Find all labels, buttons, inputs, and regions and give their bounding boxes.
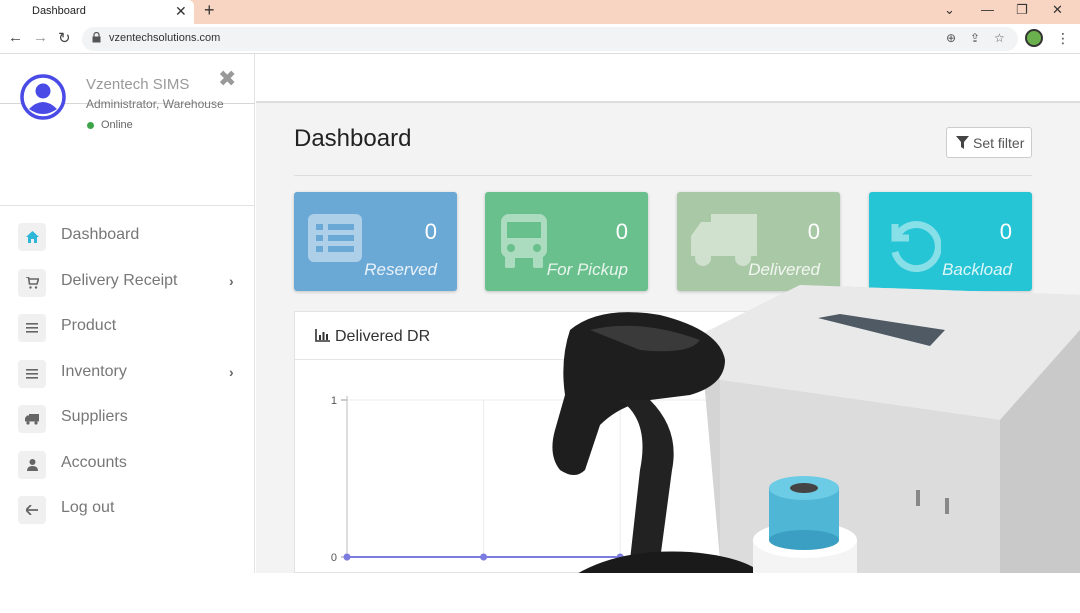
sidebar-item-label: Dashboard	[61, 226, 140, 243]
home-icon	[18, 223, 46, 251]
list-icon	[18, 360, 46, 388]
data-point[interactable]	[1026, 553, 1034, 561]
reload-icon[interactable]: ↻	[58, 29, 71, 47]
sidebar-item-inventory[interactable]: Inventory ›	[0, 352, 255, 394]
stat-value: 0	[807, 219, 820, 244]
sidebar-item-label: Log out	[61, 499, 115, 516]
y-tick-label: 1	[331, 395, 337, 407]
bus-icon	[501, 214, 547, 268]
bar-chart-icon	[315, 329, 330, 342]
share-icon[interactable]: ⇪	[970, 31, 980, 45]
stat-label: Reserved	[364, 260, 437, 279]
list-icon	[308, 214, 362, 262]
filter-icon	[956, 136, 969, 149]
bookmark-star-icon[interactable]: ☆	[994, 31, 1005, 45]
sidebar-item-accounts[interactable]: Accounts	[0, 443, 255, 485]
sidebar-item-label: Suppliers	[61, 408, 128, 425]
extension-icon[interactable]	[1025, 29, 1043, 47]
zoom-icon[interactable]: ⊕	[946, 31, 956, 45]
user-icon	[18, 451, 46, 479]
arrow-left-icon	[18, 496, 46, 524]
tab-close-icon[interactable]: ✕	[175, 3, 187, 20]
sidebar-item-label: Accounts	[61, 454, 127, 471]
stat-box-for-pickup[interactable]: 0 For Pickup	[485, 192, 648, 291]
online-status-dot	[87, 122, 94, 129]
stat-label: Delivered	[748, 260, 820, 279]
user-name: Vzentech SIMS	[86, 76, 190, 93]
divider	[294, 175, 1032, 176]
sidebar-item-label: Product	[61, 317, 117, 334]
delivered-dr-panel: Delivered DR 10	[294, 311, 1034, 573]
sidebar-item-logout[interactable]: Log out	[0, 488, 255, 530]
stat-value: 0	[615, 219, 628, 244]
stat-value: 0	[999, 219, 1012, 244]
sidebar-item-dashboard[interactable]: Dashboard	[0, 215, 255, 257]
stat-label: For Pickup	[546, 260, 628, 279]
sidebar-item-label: Delivery Receipt	[61, 272, 178, 289]
data-point[interactable]	[480, 553, 488, 561]
list-icon	[18, 314, 46, 342]
browser-toolbar: ← → ↻ vzentechsolutions.com ⊕ ⇪ ☆ ⋮	[0, 24, 1080, 54]
browser-menu-icon[interactable]: ⋮	[1056, 30, 1070, 47]
data-point[interactable]	[343, 553, 351, 561]
user-role: Administrator, Warehouse	[86, 97, 224, 111]
data-point[interactable]	[753, 553, 761, 561]
page-bottom	[0, 573, 1080, 613]
avatar	[20, 74, 66, 120]
window-close-button[interactable]: ✕	[1052, 2, 1063, 18]
forward-icon[interactable]: →	[33, 29, 48, 46]
browser-tab-bar: Dashboard ✕ + ⌄ — ❐ ✕	[0, 0, 1080, 24]
tab-title: Dashboard	[32, 5, 86, 17]
sidebar-item-suppliers[interactable]: Suppliers	[0, 397, 255, 439]
stat-box-delivered[interactable]: 0 Delivered	[677, 192, 840, 291]
sidebar-item-delivery-receipt[interactable]: Delivery Receipt ›	[0, 261, 255, 303]
stat-box-reserved[interactable]: 0 Reserved	[294, 192, 457, 291]
tab-search-icon[interactable]: ⌄	[944, 2, 955, 18]
y-tick-label: 0	[331, 552, 337, 564]
sidebar-item-product[interactable]: Product	[0, 306, 255, 348]
browser-tab[interactable]: Dashboard ✕	[0, 0, 194, 24]
new-tab-button[interactable]: +	[204, 0, 215, 21]
chevron-right-icon: ›	[229, 364, 234, 380]
set-filter-button[interactable]: Set filter	[946, 127, 1032, 158]
stat-label: Backload	[942, 260, 1012, 279]
chevron-right-icon: ›	[229, 273, 234, 289]
panel-header: Delivered DR	[295, 312, 1033, 360]
truck-icon	[18, 405, 46, 433]
sidebar-item-label: Inventory	[61, 363, 127, 380]
data-point[interactable]	[889, 553, 897, 561]
stat-box-backload[interactable]: 0 Backload	[869, 192, 1032, 291]
panel-title: Delivered DR	[335, 328, 431, 345]
cart-icon	[18, 269, 46, 297]
lock-icon	[92, 32, 101, 43]
online-status-text: Online	[101, 119, 133, 131]
page-title: Dashboard	[294, 125, 412, 152]
undo-icon	[891, 221, 941, 272]
delivered-dr-chart: 10	[331, 395, 1034, 564]
top-navbar	[256, 54, 1080, 103]
stat-value: 0	[424, 219, 437, 244]
close-icon[interactable]: ✖	[218, 66, 236, 92]
address-bar[interactable]: vzentechsolutions.com ⊕ ⇪ ☆	[82, 27, 1018, 51]
minimize-button[interactable]: —	[981, 2, 994, 17]
data-point[interactable]	[616, 553, 624, 561]
restore-button[interactable]: ❐	[1016, 2, 1028, 18]
filter-label: Set filter	[973, 135, 1025, 151]
back-icon[interactable]: ←	[8, 29, 23, 46]
url-text: vzentechsolutions.com	[109, 32, 221, 44]
